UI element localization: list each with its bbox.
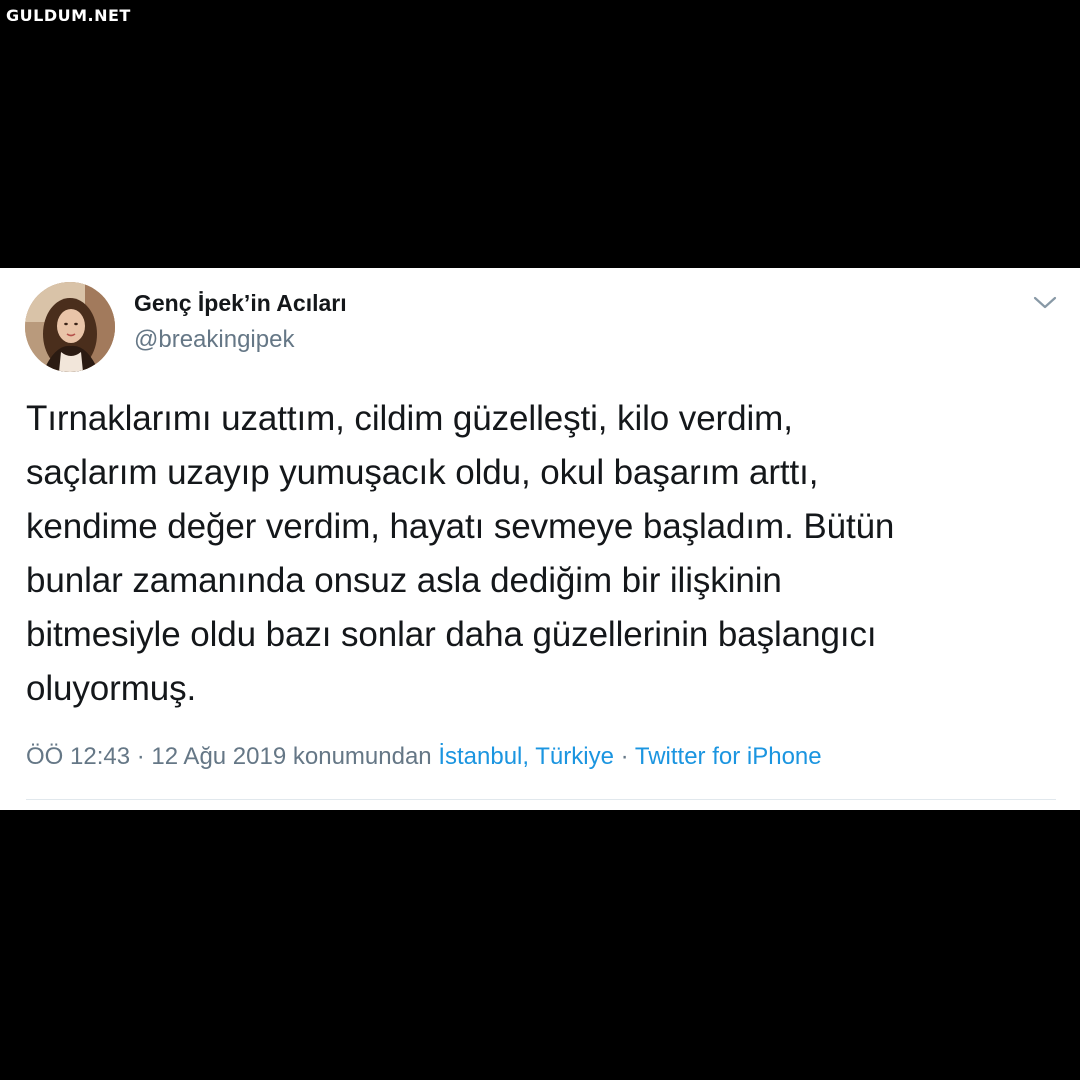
tweet-menu-button[interactable] [1030, 290, 1060, 314]
tweet-card: Genç İpek’in Acıları @breakingipek Tırna… [0, 268, 1080, 810]
avatar-image [25, 282, 115, 372]
meta-separator: · [130, 743, 152, 770]
tweet-text-line: Tırnaklarımı uzattım, cildim güzelleşti,… [26, 399, 793, 438]
tweet-text: Tırnaklarımı uzattım, cildim güzelleşti,… [26, 392, 1066, 716]
chevron-down-icon [1033, 296, 1057, 309]
location-link[interactable]: İstanbul, Türkiye [438, 743, 614, 770]
author-handle[interactable]: @breakingipek [134, 326, 294, 354]
divider [26, 799, 1056, 800]
tweet-text-line: kendime değer verdim, hayatı sevmeye baş… [26, 507, 895, 546]
author-name[interactable]: Genç İpek’in Acıları [134, 290, 347, 317]
tweet-text-line: bunlar zamanında onsuz asla dediğim bir … [26, 561, 782, 600]
tweet-text-line: bitmesiyle oldu bazı sonlar daha güzelle… [26, 615, 877, 654]
tweet-time[interactable]: ÖÖ 12:43 [26, 743, 130, 770]
source-link[interactable]: Twitter for iPhone [635, 743, 822, 770]
tweet-text-line: saçlarım uzayıp yumuşacık oldu, okul baş… [26, 453, 819, 492]
location-prefix: konumundan [286, 743, 439, 770]
meta-separator: · [613, 743, 635, 770]
tweet-metadata: ÖÖ 12:43 · 12 Ağu 2019 konumundan İstanb… [26, 743, 822, 771]
tweet-date[interactable]: 12 Ağu 2019 [151, 743, 286, 770]
avatar[interactable] [25, 282, 115, 372]
tweet-text-line: oluyormuş. [26, 669, 197, 708]
watermark: GULDUM.NET [6, 6, 131, 25]
screenshot-frame: GULDUM.NET Genç İpek’in Acıları @breakin… [0, 0, 1080, 1080]
